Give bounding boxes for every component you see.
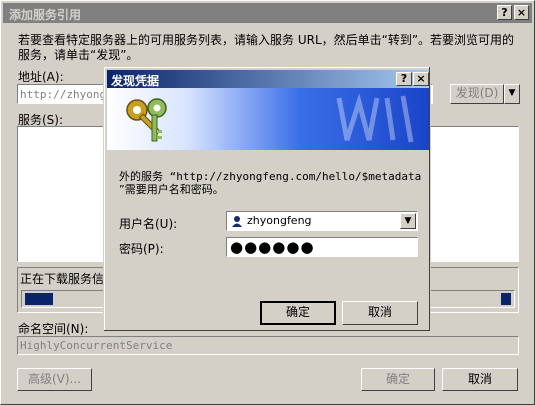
progress-block-left [25,293,53,305]
advanced-button[interactable]: 高级(V)... [17,368,92,391]
username-value: zhyongfeng [247,214,312,227]
progress-block-right [501,293,511,305]
password-mask: ●●●●●● [230,238,315,256]
outer-cancel-button[interactable]: 取消 [442,368,518,391]
username-dropdown-arrow-icon[interactable]: ▼ [400,213,416,229]
dialog-help-button[interactable]: ? [396,72,412,86]
instructions-text: 若要查看特定服务器上的可用服务列表，请输入服务 URL，然后单击“转到”。若要浏… [18,33,515,62]
outer-close-button[interactable]: × [514,5,529,20]
dialog-title-bar: 发现凭据 ? × [107,70,429,88]
username-label: 用户名(U): [119,217,178,231]
dialog-close-button[interactable]: × [413,72,429,86]
keys-icon [126,98,167,142]
dialog-title: 发现凭据 [111,74,160,88]
outer-title-bar: 添加服务引用 ? × [3,3,532,23]
credentials-banner [107,88,429,150]
password-input[interactable]: ●●●●●● [226,237,418,257]
discover-dropdown-arrow-icon[interactable]: ▼ [504,84,520,104]
namespace-label: 命名空间(N): [18,322,89,336]
namespace-input[interactable]: HighlyConcurrentService [17,336,519,355]
outer-title: 添加服务引用 [9,8,82,22]
dialog-ok-button[interactable]: 确定 [260,301,336,325]
discovery-credentials-dialog: 发现凭据 ? × 外的服务 “http://zhyongfeng.com/hel… [103,66,431,332]
outer-ok-button[interactable]: 确定 [361,368,435,391]
outer-help-button[interactable]: ? [497,5,512,20]
password-label: 密码(P): [119,242,164,256]
username-combobox[interactable]: zhyongfeng ▼ [226,211,418,231]
credentials-message-line2: ”需要用户名和密码。 [119,183,224,196]
user-icon [232,216,242,227]
dialog-cancel-button[interactable]: 取消 [342,301,418,325]
discover-button[interactable]: 发现(D) [450,84,504,104]
address-label: 地址(A): [18,70,64,84]
download-status-text: 正在下载服务信息 [20,272,117,286]
